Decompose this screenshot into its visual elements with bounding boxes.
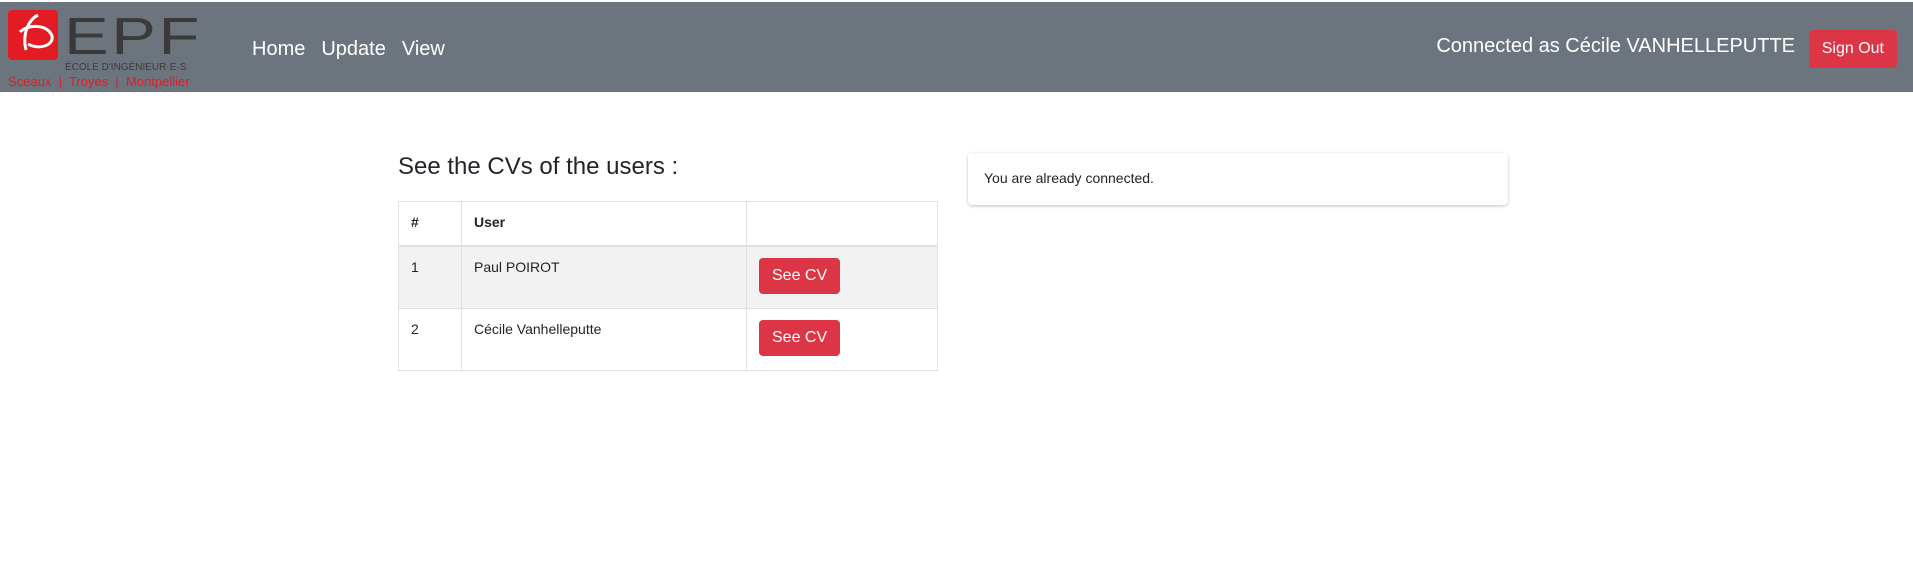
row-user: Paul POIROT (461, 245, 747, 309)
navbar: EPF ÉCOLE D'INGÉNIEUR·E·S Sceaux | Troye… (0, 2, 1913, 92)
row-action-cell: See CV (746, 245, 938, 309)
nav-update[interactable]: Update (321, 38, 386, 61)
nav-home[interactable]: Home (252, 38, 305, 61)
logo-campuses: Sceaux | Troyes | Montpellier (8, 74, 190, 89)
svg-text:EPF: EPF (64, 10, 202, 66)
sign-out-button[interactable]: Sign Out (1808, 30, 1897, 68)
main-nav: Home Update View (252, 38, 445, 61)
connected-user-text: Connected as Cécile VANHELLEPUTTE (1436, 35, 1795, 57)
users-cv-table: # User 1 Paul POIROT See CV 2 Cécile Van… (398, 201, 938, 371)
row-action-cell: See CV (746, 308, 938, 371)
logo-tagline: ÉCOLE D'INGÉNIEUR·E·S (65, 60, 187, 73)
page-title: See the CVs of the users : (398, 153, 679, 180)
see-cv-button[interactable]: See CV (759, 320, 841, 356)
column-header-user: User (461, 201, 747, 247)
row-user: Cécile Vanhelleputte (461, 308, 747, 371)
table-row: 2 Cécile Vanhelleputte See CV (398, 308, 938, 371)
row-number: 1 (398, 245, 462, 309)
info-alert: You are already connected. (968, 153, 1508, 205)
table-row: 1 Paul POIROT See CV (398, 245, 938, 309)
epf-logo[interactable]: EPF ÉCOLE D'INGÉNIEUR·E·S Sceaux | Troye… (8, 8, 203, 90)
see-cv-button[interactable]: See CV (759, 258, 841, 294)
table-header-row: # User (398, 201, 938, 247)
row-number: 2 (398, 308, 462, 371)
nav-view[interactable]: View (402, 38, 445, 61)
column-header-number: # (398, 201, 462, 247)
column-header-action (746, 201, 938, 247)
